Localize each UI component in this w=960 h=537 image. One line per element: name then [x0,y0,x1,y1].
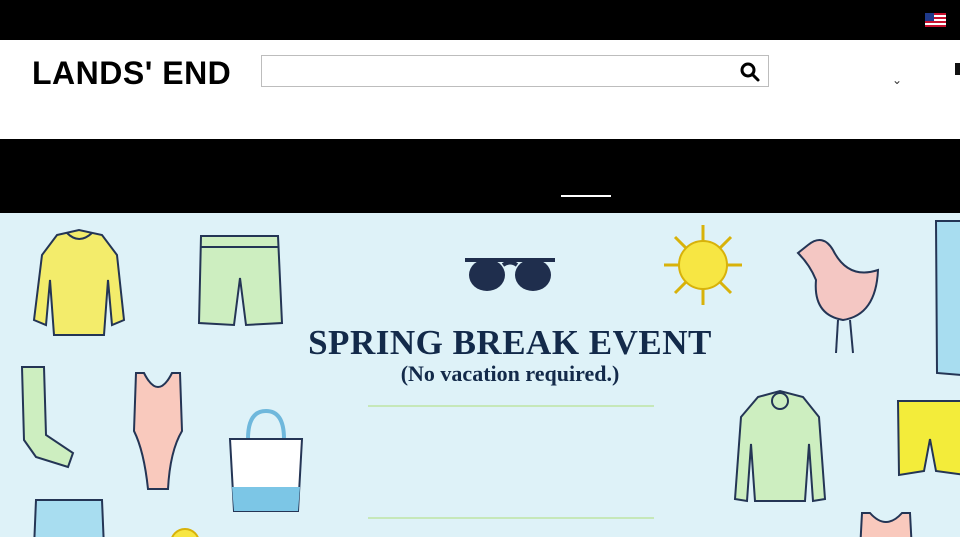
search-icon[interactable] [738,60,762,84]
green-sweater-illustration [733,389,827,503]
sun-illustration [664,225,742,305]
site-header: LANDS' END ⌄ [0,40,960,139]
hero-divider-bottom [368,517,654,519]
denim-shorts-illustration [33,499,105,537]
chevron-down-icon[interactable]: ⌄ [892,73,902,87]
swimsuit-illustration [132,372,184,490]
hero-title: SPRING BREAK EVENT [308,323,712,362]
small-sun-illustration [171,528,199,537]
hero-banner[interactable]: SPRING BREAK EVENT (No vacation required… [0,213,960,537]
main-navigation [0,139,960,213]
search-input[interactable] [270,60,734,84]
pink-tank-illustration [859,512,913,537]
top-utility-bar [0,0,960,40]
hero-divider-top [368,405,654,407]
sunglasses-illustration [465,258,555,291]
search-box [261,55,769,87]
yellow-shorts-illustration [896,400,960,477]
cart-icon[interactable] [955,63,960,75]
tote-bag-illustration [228,408,304,512]
us-flag-icon[interactable] [925,13,946,27]
hero-subtitle: (No vacation required.) [400,361,620,386]
site-logo[interactable]: LANDS' END [32,55,231,92]
green-shorts-illustration [197,235,284,327]
nav-active-indicator [561,195,611,197]
